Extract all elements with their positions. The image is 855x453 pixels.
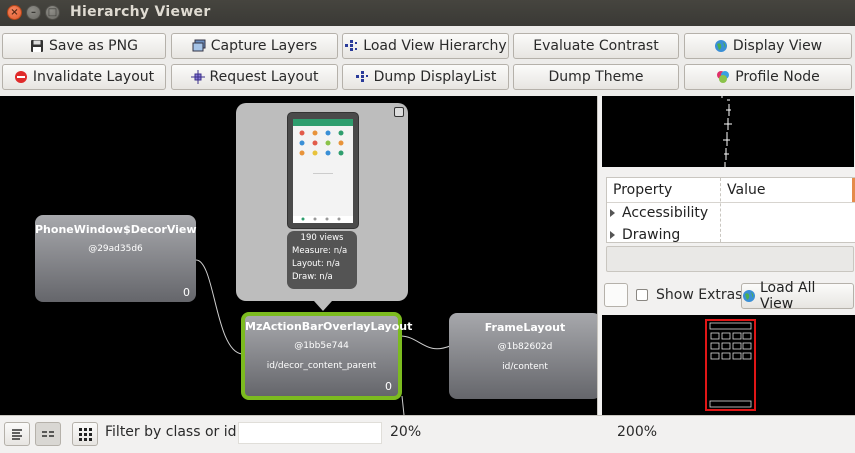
node-name: FrameLayout [484,321,566,334]
zoom-min-label: 20% [390,424,422,440]
overview-wireframe [709,322,752,408]
node-child-count: 0 [385,380,392,393]
layout-time: Layout: n/a [292,259,340,269]
request-layout-button[interactable]: Request Layout [171,64,338,90]
grid-view-mode-button[interactable] [72,422,98,446]
align-lines-icon [12,429,22,440]
filter-label: Filter by class or id: [105,424,242,440]
node-hash: @29ad35d6 [88,244,143,254]
maximize-window-button[interactable]: □ [45,5,60,20]
toolbar: Save as PNG Capture Layers Load View Hie… [0,26,855,97]
evaluate-contrast-button[interactable]: Evaluate Contrast [513,33,679,59]
tree-preview-lines [721,96,732,167]
column-divider [720,178,722,242]
globe-icon [743,290,755,302]
dump-theme-label: Dump Theme [548,69,644,85]
expand-arrow-icon[interactable] [610,209,615,217]
display-view-label: Display View [732,38,823,54]
load-all-views-button[interactable]: Load All View [741,280,854,312]
node-name: MzActionBarOverlayLayout [245,320,413,333]
extras-bar: Show Extras Load All View [598,280,855,312]
node-hash: @1b82602d [497,342,553,352]
property-name: Accessibility [622,205,709,221]
display-view-button[interactable]: Display View [684,33,852,59]
hierarchy-icon [345,40,358,51]
load-all-views-label: Load All View [760,280,816,312]
capture-layers-button[interactable]: Capture Layers [171,33,338,59]
title-bar: × – □ Hierarchy Viewer [0,0,855,26]
displaylist-icon [355,71,368,82]
properties-table[interactable]: Property Value Accessibility Drawing [606,177,855,243]
invalidate-layout-button[interactable]: Invalidate Layout [2,64,166,90]
tree-node-action-bar-overlay-layout[interactable]: MzActionBarOverlayLayout @1bb5e744 id/de… [241,312,413,400]
popup-pointer [314,301,332,311]
views-count: 190 views [300,233,344,243]
profile-node-icon [717,71,730,83]
tree-canvas[interactable]: PhoneWindow$DecorView @29ad35d6 0 MzActi… [0,96,597,415]
tree-view-mode-button[interactable] [4,422,30,446]
minimize-window-button[interactable]: – [26,5,41,20]
globe-icon [714,40,727,52]
properties-table-header: Property Value [607,178,855,203]
property-row-drawing[interactable]: Drawing [607,225,855,243]
phone-screen-thumbnail [293,119,353,223]
grid-icon [79,428,92,441]
show-extras-label: Show Extras [656,287,743,303]
expand-arrow-icon[interactable] [610,231,615,239]
layout-overview[interactable] [602,315,855,415]
tree-node-frame-layout[interactable]: FrameLayout @1b82602d id/content [449,313,597,399]
property-row-accessibility[interactable]: Accessibility [607,203,855,225]
save-as-png-label: Save as PNG [49,38,138,54]
dump-displaylist-button[interactable]: Dump DisplayList [342,64,509,90]
node-hash: @1bb5e744 [294,341,349,351]
show-extras-checkbox[interactable] [636,289,648,301]
popup-close-icon[interactable] [394,107,404,117]
no-entry-icon [14,71,27,83]
profile-node-label: Profile Node [735,69,820,85]
bottom-bar: Filter by class or id: 20% 200% [0,415,855,453]
request-layout-icon [190,70,205,84]
draw-time: Draw: n/a [292,272,333,282]
node-id: id/content [502,362,548,372]
measure-time: Measure: n/a [292,246,348,256]
property-column-header[interactable]: Property [613,182,672,198]
filter-input[interactable] [238,422,382,444]
invalidate-layout-label: Invalidate Layout [32,69,155,85]
value-column-header[interactable]: Value [727,182,765,198]
property-name: Drawing [622,227,681,243]
dump-theme-button[interactable]: Dump Theme [513,64,679,90]
node-name: PhoneWindow$DecorView [35,223,197,236]
close-window-button[interactable]: × [7,5,22,20]
capture-layers-label: Capture Layers [210,38,318,54]
request-layout-label: Request Layout [209,69,319,85]
layers-icon [192,39,206,52]
zoom-max-label: 200% [617,424,658,440]
tree-preview[interactable] [602,96,854,167]
node-id: id/decor_content_parent [266,361,377,371]
layout-view-mode-button[interactable] [35,422,61,446]
save-as-png-button[interactable]: Save as PNG [2,33,166,59]
blank-square-button[interactable] [604,283,628,307]
node-child-count: 0 [183,286,190,299]
window-title: Hierarchy Viewer [70,4,211,20]
node-preview-popup: 190 views Measure: n/a Layout: n/a Draw:… [236,103,408,301]
split-lines-icon [42,431,54,437]
evaluate-contrast-label: Evaluate Contrast [533,38,659,54]
floppy-disk-icon [31,40,44,52]
property-value-text-area[interactable] [606,246,854,272]
node-stats: 190 views Measure: n/a Layout: n/a Draw:… [287,231,357,289]
load-view-hierarchy-label: Load View Hierarchy [363,38,507,54]
phone-preview-image [287,112,359,229]
load-view-hierarchy-button[interactable]: Load View Hierarchy [342,33,509,59]
tree-node-decor-view[interactable]: PhoneWindow$DecorView @29ad35d6 0 [35,215,197,302]
viewport-indicator[interactable] [705,319,756,411]
dump-displaylist-label: Dump DisplayList [373,69,497,85]
right-panel: Property Value Accessibility Drawing Sho… [597,96,855,415]
profile-node-button[interactable]: Profile Node [684,64,852,90]
